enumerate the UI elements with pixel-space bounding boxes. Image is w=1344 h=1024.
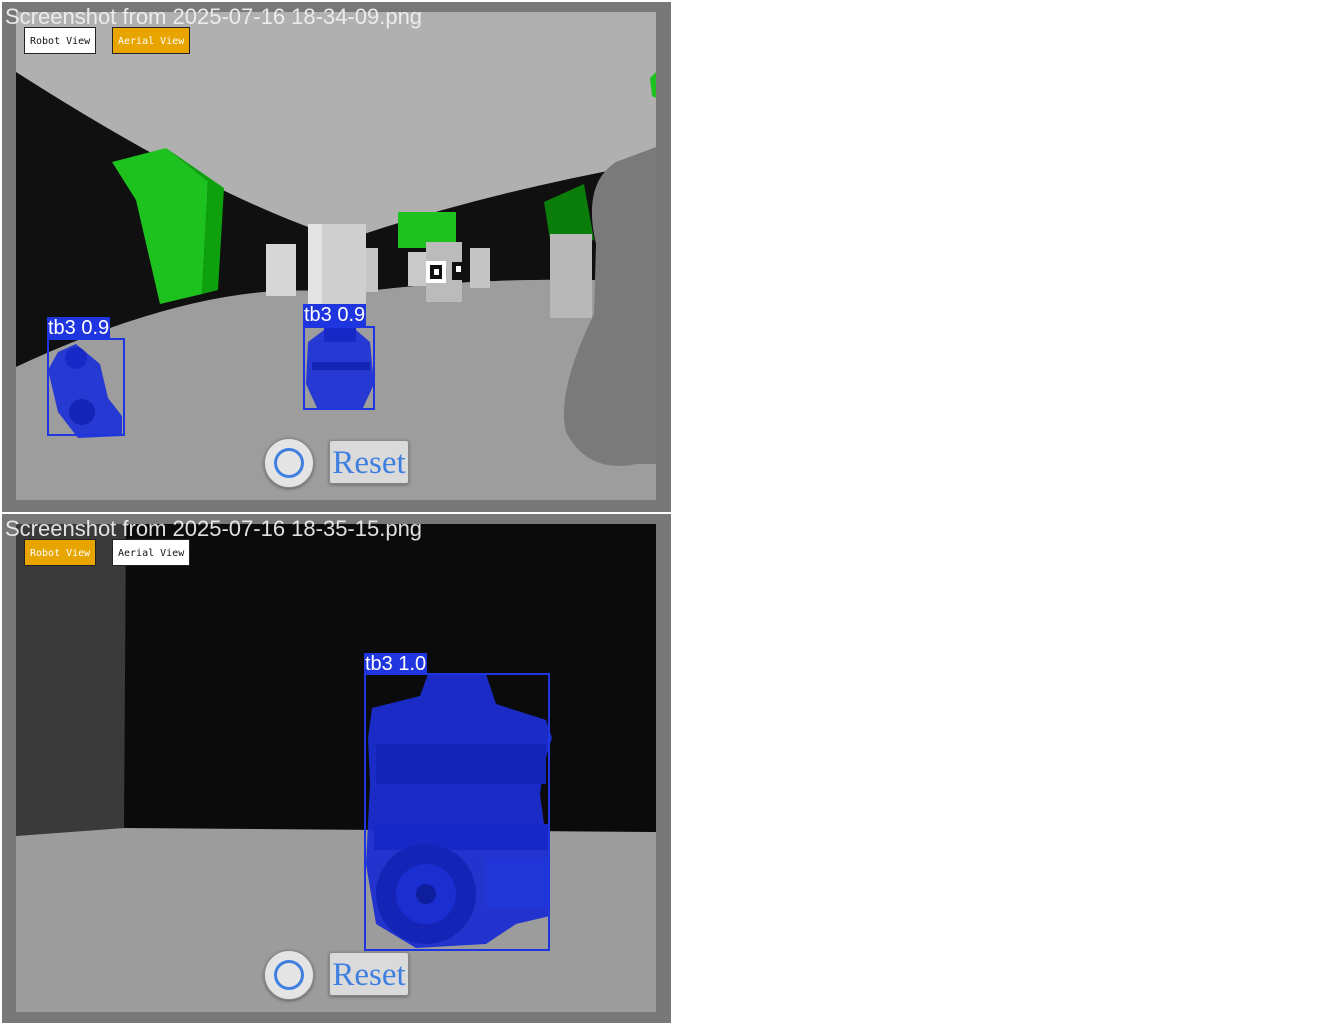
aerial-view-button[interactable]: Aerial View	[112, 27, 191, 54]
camera-scene	[16, 524, 656, 1012]
circle-icon	[274, 448, 304, 478]
detection-box	[303, 326, 375, 410]
detection-label: tb3 0.9	[47, 317, 111, 339]
screenshot-panel-2: Screenshot from 2025-07-16 18-35-15.png …	[2, 514, 671, 1023]
camera-viewport	[16, 524, 656, 1012]
detection-box	[47, 338, 125, 436]
record-button[interactable]	[264, 438, 314, 488]
screenshot-panel-1: Screenshot from 2025-07-16 18-34-09.png …	[2, 2, 671, 512]
circle-icon	[274, 960, 304, 990]
reset-button[interactable]: Reset	[329, 952, 409, 996]
reset-button[interactable]: Reset	[329, 440, 409, 484]
robot-view-button[interactable]: Robot View	[24, 539, 97, 566]
detection-box	[364, 673, 550, 951]
aerial-view-button[interactable]: Aerial View	[112, 539, 191, 566]
record-button[interactable]	[264, 950, 314, 1000]
robot-view-button[interactable]: Robot View	[24, 27, 97, 54]
detection-label: tb3 1.0	[364, 653, 428, 675]
detection-label: tb3 0.9	[303, 304, 367, 326]
